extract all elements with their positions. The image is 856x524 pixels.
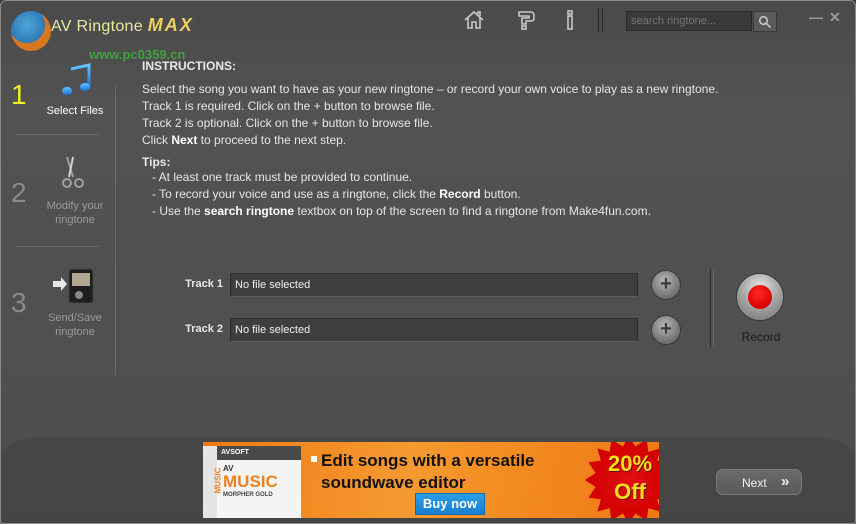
- music-note-icon: [62, 63, 91, 95]
- close-button[interactable]: ✕: [829, 9, 841, 26]
- instruction-line: Track 1 is required. Click on the + butt…: [142, 99, 435, 113]
- app-window: AV Ringtone MAX — ✕ www.pc0359.cn 1 S: [0, 0, 856, 524]
- step-number: 1: [11, 79, 27, 110]
- phone-transfer-icon: [53, 268, 94, 303]
- home-icon: [464, 10, 484, 29]
- ad-discount-off: Off: [614, 479, 646, 504]
- info-button[interactable]: [557, 7, 583, 33]
- plus-icon: +: [660, 273, 672, 295]
- record-label: Record: [741, 330, 781, 344]
- ad-buy-now-button[interactable]: Buy now: [415, 493, 485, 515]
- track-1-browse-button[interactable]: +: [651, 270, 681, 300]
- step-label: Modify your ringtone: [46, 200, 104, 226]
- ad-box-side-text: MUSIC: [213, 467, 223, 494]
- search-icon: [758, 15, 772, 28]
- bold-text: Next: [171, 133, 198, 147]
- step-number: 3: [11, 287, 27, 318]
- ad-box-brand: AVSOFT: [217, 446, 301, 460]
- ad-headline-line1: Edit songs with a versatile: [321, 451, 535, 470]
- app-logo-icon: [11, 11, 51, 51]
- text: to proceed to the next step.: [197, 133, 347, 147]
- instruction-line: Click Next to proceed to the next step.: [142, 132, 842, 149]
- toolbar-separator: [598, 8, 603, 32]
- home-button[interactable]: [461, 7, 487, 33]
- text: - To record your voice and use as a ring…: [152, 187, 440, 201]
- text: textbox on top of the screen to find a r…: [294, 204, 651, 218]
- ad-product-box: AVSOFT AV MUSIC MORPHER GOLD MUSIC: [203, 446, 301, 518]
- search-ringtone-input[interactable]: [626, 11, 752, 31]
- track-1-field[interactable]: No file selected: [230, 273, 638, 297]
- track-2-browse-button[interactable]: +: [651, 315, 681, 345]
- tip-line: - At least one track must be provided to…: [152, 170, 413, 184]
- next-button[interactable]: Next »: [716, 469, 802, 495]
- text: Click: [142, 133, 172, 147]
- app-title-max: MAX: [147, 15, 194, 35]
- track-2-field[interactable]: No file selected: [230, 318, 638, 342]
- sidebar-step-send-save[interactable]: 3 Send/Save ringtone: [1, 247, 115, 357]
- tip-line: - To record your voice and use as a ring…: [142, 186, 842, 203]
- title-bar: AV Ringtone MAX — ✕: [1, 1, 855, 51]
- app-title-text: AV Ringtone: [51, 18, 148, 35]
- tips-heading: Tips:: [142, 155, 171, 169]
- step-label: Select Files: [46, 105, 104, 117]
- text: button.: [480, 187, 521, 201]
- ad-box-morpher: MORPHER GOLD: [223, 492, 273, 498]
- step-label: Send/Save ringtone: [48, 312, 102, 338]
- tip-line: - Use the search ringtone textbox on top…: [142, 203, 842, 220]
- sidebar-step-select-files[interactable]: 1 Select Files: [1, 59, 115, 134]
- ad-discount-percent: 20%: [607, 451, 653, 476]
- search-button[interactable]: [753, 11, 777, 32]
- track-1-label: Track 1: [185, 278, 223, 290]
- app-title: AV Ringtone MAX: [51, 15, 194, 36]
- ad-box-music: MUSIC: [223, 472, 278, 491]
- ad-bullet-icon: [311, 456, 317, 462]
- instructions-heading: INSTRUCTIONS:: [142, 59, 236, 73]
- record-icon: [748, 285, 772, 309]
- advertisement-banner[interactable]: AVSOFT AV MUSIC MORPHER GOLD MUSIC Edit …: [203, 442, 659, 518]
- next-label: Next: [742, 476, 767, 490]
- bold-text: search ringtone: [204, 204, 295, 218]
- info-icon: [567, 10, 573, 30]
- instruction-line: Select the song you want to have as your…: [142, 82, 719, 96]
- text: - Use the: [152, 204, 205, 218]
- help-button[interactable]: [513, 7, 539, 33]
- ad-discount: 20% Off: [595, 450, 659, 506]
- bold-text: Record: [439, 187, 481, 201]
- scissors-icon: [62, 156, 84, 188]
- instruction-line: Track 2 is optional. Click on the + butt…: [142, 116, 433, 130]
- ad-headline: Edit songs with a versatile soundwave ed…: [321, 450, 535, 494]
- step-number: 2: [11, 177, 27, 208]
- record-button[interactable]: [736, 273, 784, 321]
- sidebar-step-modify[interactable]: 2 Modify your ringtone: [1, 135, 115, 245]
- track-2-label: Track 2: [185, 323, 223, 335]
- help-icon: [518, 11, 535, 30]
- record-separator: [710, 269, 714, 347]
- minimize-button[interactable]: —: [809, 9, 823, 25]
- double-chevron-right-icon: »: [781, 473, 790, 490]
- ad-headline-line2: soundwave editor: [321, 473, 466, 492]
- plus-icon: +: [660, 318, 672, 340]
- content-frame-left: [115, 85, 116, 375]
- instructions-panel: INSTRUCTIONS: Select the song you want t…: [142, 59, 842, 220]
